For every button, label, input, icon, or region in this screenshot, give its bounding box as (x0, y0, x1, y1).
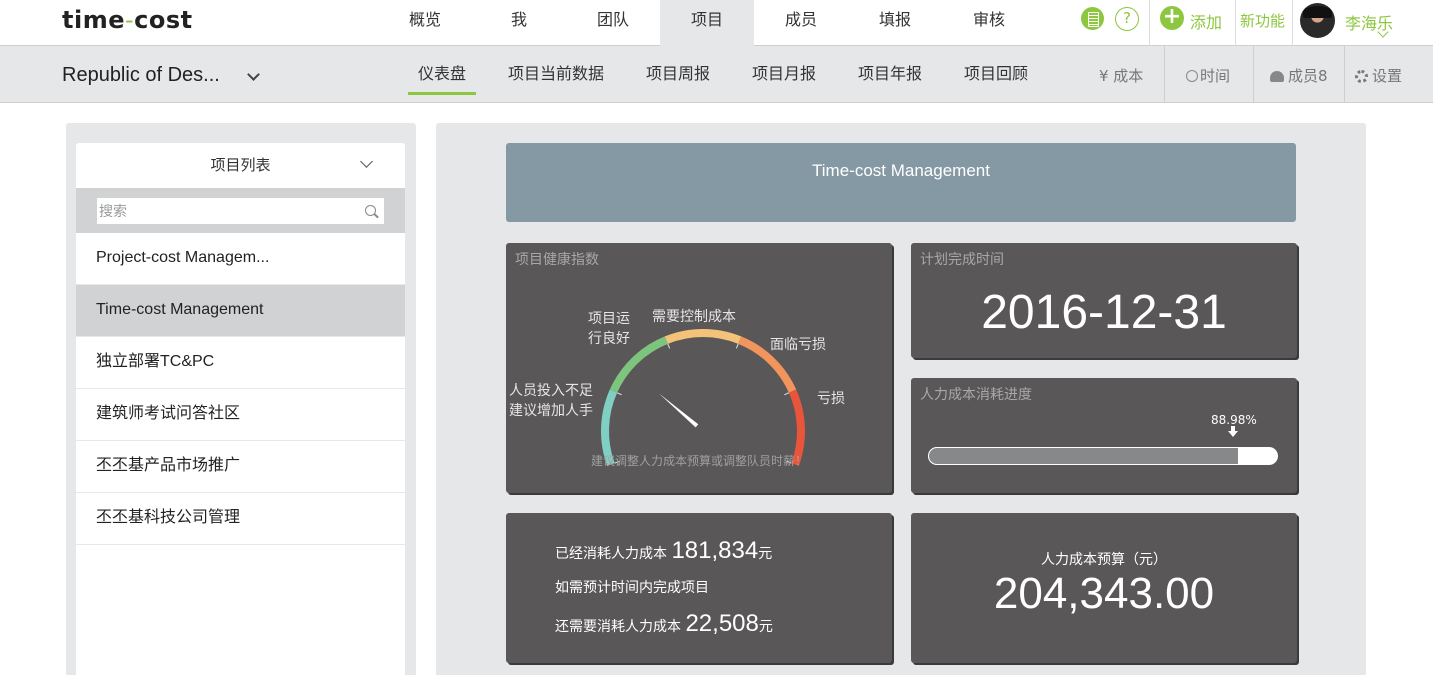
project-banner: Time-cost Management (506, 143, 1296, 222)
time-label: 时间 (1200, 67, 1231, 85)
avatar[interactable] (1300, 3, 1335, 38)
tab-current-data[interactable]: 项目当前数据 (508, 46, 604, 103)
spent-cost-line: 已经消耗人力成本 181,834元 (555, 537, 772, 565)
calculator-icon[interactable] (1081, 7, 1104, 30)
project-list-header[interactable]: 项目列表 (76, 143, 405, 188)
remaining-cost-line: 还需要消耗人力成本 22,508元 (555, 610, 773, 638)
tab-retrospective[interactable]: 项目回顾 (964, 46, 1028, 103)
gauge-tick (735, 343, 739, 349)
labor-cost-progress-card: 人力成本消耗进度 88.98% (911, 378, 1297, 493)
progress-bar (928, 447, 1278, 465)
list-item[interactable]: 丕丕基科技公司管理 (76, 493, 405, 545)
gauge-tick (667, 343, 671, 349)
progress-fill (928, 447, 1240, 465)
people-icon (1270, 71, 1284, 82)
cost-summary-card: 已经消耗人力成本 181,834元 如需预计时间内完成项目 还需要消耗人力成本 … (506, 513, 892, 663)
divider (1344, 46, 1345, 102)
tab-spacer (816, 46, 858, 103)
list-item[interactable]: 独立部署TC&PC (76, 337, 405, 389)
tab-yearly[interactable]: 项目年报 (858, 46, 922, 103)
remaining-cost-label: 还需要消耗人力成本 (555, 619, 681, 635)
divider (1292, 0, 1293, 46)
project-tabs: 仪表盘 项目当前数据 项目周报 项目月报 项目年报 项目回顾 (408, 46, 1028, 103)
search-input[interactable] (96, 197, 385, 225)
new-features-link[interactable]: 新功能 (1240, 10, 1285, 31)
gauge-hint: 建议调整人力成本预算或调整队员时薪！ (590, 454, 807, 468)
gauge-label-loss: 亏损 (817, 391, 845, 407)
clock-icon (1186, 70, 1198, 82)
add-button[interactable]: 添加 (1190, 9, 1222, 33)
list-item[interactable]: 丕丕基产品市场推广 (76, 441, 405, 493)
chevron-down-icon[interactable] (247, 68, 260, 81)
settings-label: 设置 (1372, 67, 1403, 85)
members-label: 成员8 (1288, 67, 1328, 85)
nav-projects[interactable]: 项目 (660, 0, 754, 46)
help-icon[interactable]: ? (1115, 7, 1139, 31)
gauge-label-staffing: 人员投入不足 建议增加人手 (509, 383, 593, 419)
nav-me[interactable]: 我 (472, 0, 566, 46)
project-sub-nav: Republic of Des... 仪表盘 项目当前数据 项目周报 项目月报 … (0, 46, 1433, 103)
list-item[interactable]: Project-cost Managem... (76, 233, 405, 285)
tab-monthly[interactable]: 项目月报 (752, 46, 816, 103)
dashboard-panel: Time-cost Management 项目健康指数 人员投入不足 建议增加人… (436, 123, 1366, 675)
labor-budget-card: 人力成本预算（元） 204,343.00 (911, 513, 1297, 663)
arrow-down-icon (1228, 426, 1238, 437)
cost-button[interactable]: ¥ 成本 (1099, 65, 1143, 86)
health-index-card: 项目健康指数 人员投入不足 建议增加人手 项目运 行良好 需要控制成本 面临亏损… (506, 243, 892, 493)
card-title: 计划完成时间 (920, 252, 1004, 268)
gauge-needle (658, 393, 699, 428)
planned-completion-date: 2016-12-31 (981, 286, 1227, 339)
top-nav-bar: time-cost 概览 我 团队 项目 成员 填报 审核 ? + 添加 新功能… (0, 0, 1433, 46)
forecast-label: 如需预计时间内完成项目 (555, 580, 709, 596)
nav-team[interactable]: 团队 (566, 0, 660, 46)
progress-percent-label: 88.98% (1211, 413, 1257, 427)
project-title[interactable]: Republic of Des... (62, 64, 220, 87)
list-item[interactable]: 建筑师考试问答社区 (76, 389, 405, 441)
search-bar (76, 188, 405, 233)
tab-spacer (922, 46, 964, 103)
gauge-segment (664, 329, 742, 344)
gauge-label-good: 项目运 行良好 (588, 311, 630, 347)
list-item[interactable]: Time-cost Management (76, 285, 405, 337)
nav-overview[interactable]: 概览 (378, 0, 472, 46)
tab-weekly[interactable]: 项目周报 (646, 46, 710, 103)
tab-spacer (710, 46, 752, 103)
members-button[interactable]: 成员8 (1270, 65, 1328, 86)
spent-cost-value: 181,834 (671, 537, 759, 564)
tab-spacer (476, 46, 508, 103)
divider (1149, 0, 1150, 46)
app-logo[interactable]: time-cost (62, 6, 193, 34)
divider (1164, 46, 1165, 102)
nav-review[interactable]: 审核 (942, 0, 1036, 46)
time-button[interactable]: 时间 (1186, 65, 1230, 86)
gauge-label-facing-loss: 面临亏损 (770, 337, 826, 353)
planned-completion-card: 计划完成时间 2016-12-31 (911, 243, 1297, 358)
tab-dashboard[interactable]: 仪表盘 (408, 46, 476, 103)
project-list: 项目列表 Project-cost Managem... Time-cost M… (76, 143, 405, 675)
project-list-panel: 项目列表 Project-cost Managem... Time-cost M… (66, 123, 416, 675)
main-nav: 概览 我 团队 项目 成员 填报 审核 (378, 0, 1036, 46)
currency-unit: 元 (758, 546, 773, 562)
nav-members[interactable]: 成员 (754, 0, 848, 46)
budget-label: 人力成本预算（元） (1041, 552, 1167, 568)
remaining-cost-value: 22,508 (685, 610, 759, 637)
settings-button[interactable]: 设置 (1355, 65, 1402, 86)
budget-value: 204,343.00 (993, 569, 1215, 618)
nav-report[interactable]: 填报 (848, 0, 942, 46)
plus-circle-icon[interactable]: + (1160, 6, 1184, 30)
gear-icon (1355, 70, 1368, 83)
tab-spacer (604, 46, 646, 103)
spent-cost-label: 已经消耗人力成本 (555, 546, 667, 562)
gauge-label-control: 需要控制成本 (652, 309, 736, 325)
divider (1253, 46, 1254, 102)
divider (1235, 0, 1236, 46)
gauge-tick (616, 392, 622, 396)
search-icon[interactable] (365, 205, 376, 216)
card-title: 人力成本消耗进度 (920, 387, 1032, 403)
currency-unit: 元 (758, 619, 773, 635)
gauge-tick (784, 392, 790, 396)
